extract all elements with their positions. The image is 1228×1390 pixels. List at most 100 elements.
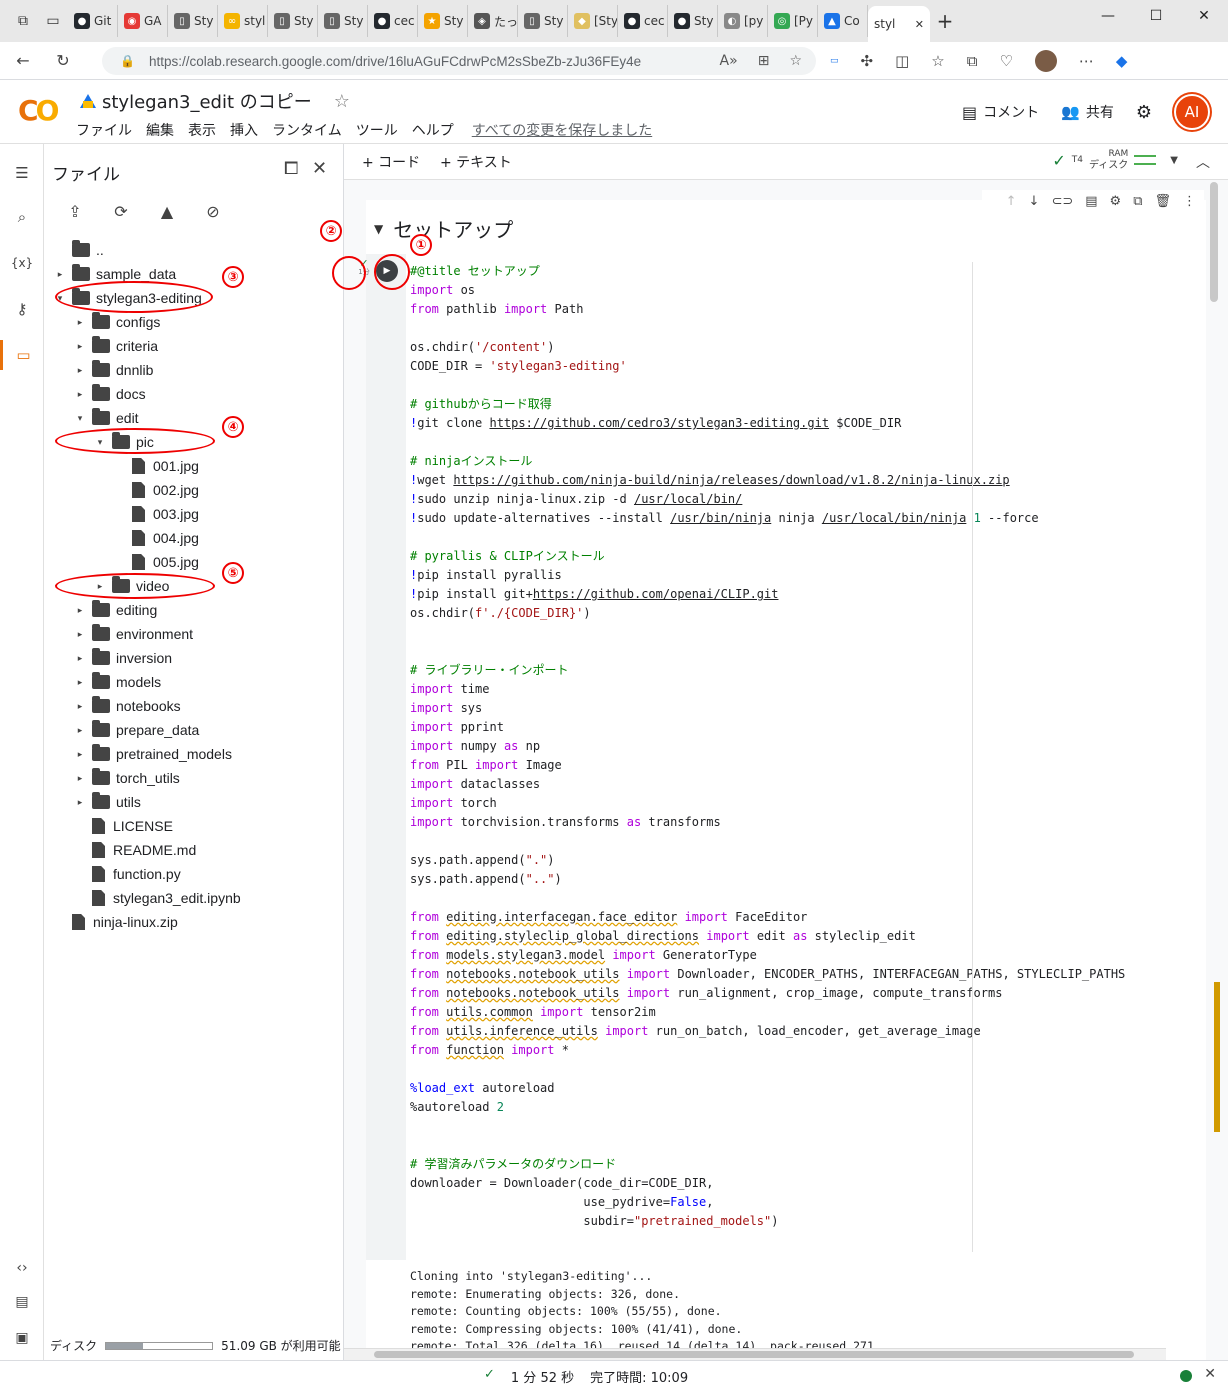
reload-icon[interactable]: ↻ — [46, 46, 80, 76]
close-window-icon[interactable]: ✕ — [1180, 0, 1228, 32]
settings-gear-icon[interactable]: ⚙ — [1136, 102, 1152, 123]
caret-right-icon[interactable]: ▸ — [74, 773, 86, 784]
menu-item[interactable]: ヘルプ — [412, 120, 454, 140]
file-item[interactable]: function.py — [74, 862, 181, 886]
save-status-link[interactable]: すべての変更を保存しました — [472, 120, 652, 140]
url-field[interactable]: 🔒 https://colab.research.google.com/driv… — [102, 47, 816, 75]
mount-drive-icon[interactable]: ▲ — [156, 200, 178, 222]
tab-actions-icon[interactable]: ▭ — [38, 6, 68, 36]
cell-more-icon[interactable]: ⋮ — [1183, 194, 1196, 209]
caret-right-icon[interactable]: ▸ — [74, 389, 86, 400]
menu-item[interactable]: 表示 — [188, 120, 216, 140]
profile-avatar[interactable] — [1034, 50, 1057, 72]
browser-tab[interactable]: ▯ Sty — [318, 5, 368, 37]
code-token[interactable]: https://github.com/ninja-build/ninja/rel… — [453, 473, 1009, 487]
browser-essentials-icon[interactable]: ♡ — [999, 52, 1012, 70]
folder-item[interactable]: ▸ inversion — [74, 646, 172, 670]
command-palette-icon[interactable]: ▤ — [0, 1294, 44, 1310]
upload-icon[interactable]: ⇪ — [64, 200, 86, 222]
menu-item[interactable]: ファイル — [76, 120, 132, 140]
folder-item[interactable]: ▸ environment — [74, 622, 193, 646]
code-token[interactable]: /usr/bin/ninja — [670, 511, 771, 525]
folder-item[interactable]: ▸ editing — [74, 598, 157, 622]
code-token[interactable]: /usr/local/bin/ — [634, 492, 742, 506]
caret-right-icon[interactable]: ▸ — [74, 797, 86, 808]
browser-tab[interactable]: ◐ [py — [718, 5, 768, 37]
execution-summary[interactable]: ✓ 1 分 52 秒 完了時間: 10:09 — [484, 1367, 688, 1386]
folder-item[interactable]: ▸ prepare_data — [74, 718, 199, 742]
link-icon[interactable]: ⊂⊃ — [1051, 194, 1073, 209]
comment-button[interactable]: ▤ コメント — [962, 102, 1039, 122]
file-item[interactable]: 001.jpg — [114, 454, 199, 478]
variables-icon[interactable]: {x} — [0, 248, 44, 278]
caret-right-icon[interactable]: ▸ — [74, 653, 86, 664]
add-code-button[interactable]: + コード — [362, 152, 420, 172]
browser-tab[interactable]: ◉ GA — [118, 5, 168, 37]
collapse-header-icon[interactable]: ︿ — [1196, 152, 1210, 172]
status-close-icon[interactable]: ✕ — [1204, 1366, 1216, 1382]
tab-active[interactable]: styl ✕ — [868, 6, 930, 42]
move-down-icon[interactable]: ↓ — [1029, 194, 1040, 209]
folder-item[interactable]: ▾ edit — [74, 406, 139, 430]
browser-tab[interactable]: ◈ たっ — [468, 5, 518, 37]
favorites-icon[interactable]: ☆ — [931, 52, 944, 70]
files-folder-icon[interactable]: ▭ — [0, 340, 44, 370]
caret-right-icon[interactable]: ▸ — [74, 701, 86, 712]
file-item[interactable]: 003.jpg — [114, 502, 199, 526]
colab-logo[interactable]: CO — [18, 94, 59, 127]
search-icon[interactable]: ⌕ — [0, 202, 44, 232]
menu-item[interactable]: 編集 — [146, 120, 174, 140]
browser-tab[interactable]: ▯ Sty — [268, 5, 318, 37]
secrets-key-icon[interactable]: ⚷ — [0, 294, 44, 324]
folder-item[interactable]: ▸ criteria — [74, 334, 158, 358]
section-collapse-icon[interactable]: ▼ — [374, 222, 383, 236]
move-up-icon[interactable]: ↑ — [1006, 194, 1017, 209]
section-title-row[interactable]: ▼ セットアップ — [374, 214, 513, 243]
back-icon[interactable]: ← — [6, 46, 40, 76]
notebook-vertical-scrollbar[interactable] — [1208, 182, 1220, 1282]
terminal-icon[interactable]: ▣ — [0, 1330, 44, 1346]
minimize-icon[interactable]: — — [1084, 0, 1132, 32]
folder-item[interactable]: ▸ torch_utils — [74, 766, 180, 790]
folder-item[interactable]: ▸ dnnlib — [74, 358, 153, 382]
folder-item[interactable]: .. — [54, 238, 104, 262]
folder-item[interactable]: ▸ pretrained_models — [74, 742, 232, 766]
code-snippets-icon[interactable]: ‹› — [0, 1260, 44, 1276]
file-item[interactable]: LICENSE — [74, 814, 173, 838]
share-button[interactable]: 👥 共有 — [1061, 102, 1114, 122]
runtime-dropdown-icon[interactable]: ▼ — [1170, 155, 1178, 166]
caret-right-icon[interactable]: ▸ — [74, 725, 86, 736]
caret-right-icon[interactable]: ▸ — [74, 629, 86, 640]
browser-tab[interactable]: ▯ Sty — [518, 5, 568, 37]
open-in-tab-icon[interactable]: ⧠ — [284, 158, 298, 179]
file-item[interactable]: README.md — [74, 838, 196, 862]
code-token[interactable]: https://github.com/cedro3/stylegan3-edit… — [489, 416, 829, 430]
caret-right-icon[interactable]: ▸ — [54, 269, 66, 280]
file-item[interactable]: 002.jpg — [114, 478, 199, 502]
split-screen-icon[interactable]: ◫ — [895, 52, 909, 70]
browser-tab[interactable]: ▯ Sty — [168, 5, 218, 37]
browser-tab[interactable]: ● Git — [68, 5, 118, 37]
browser-tab[interactable]: ▲ Co — [818, 5, 868, 37]
refresh-folder-icon[interactable]: ⟳ — [110, 200, 132, 222]
browser-tab[interactable]: ● Sty — [668, 5, 718, 37]
star-icon[interactable]: ☆ — [334, 91, 350, 112]
code-editor[interactable]: #@title セットアップ import os from pathlib impo… — [410, 262, 1125, 1252]
browser-tab[interactable]: ◆ [Sty — [568, 5, 618, 37]
code-token[interactable]: /usr/local/bin/ninja — [822, 511, 967, 525]
caret-right-icon[interactable]: ▸ — [74, 605, 86, 616]
delete-cell-icon[interactable]: 🗑 — [1154, 194, 1171, 209]
menu-item[interactable]: ツール — [356, 120, 398, 140]
folder-item[interactable]: ▸ docs — [74, 382, 146, 406]
user-avatar[interactable]: AI — [1174, 94, 1210, 130]
folder-item[interactable]: ▸ configs — [74, 310, 160, 334]
close-panel-icon[interactable]: ✕ — [312, 158, 327, 179]
read-aloud-icon[interactable]: A» — [720, 53, 738, 69]
close-tab-icon[interactable]: ✕ — [915, 18, 924, 31]
caret-right-icon[interactable]: ▸ — [74, 341, 86, 352]
add-text-button[interactable]: + テキスト — [440, 152, 512, 172]
folder-item[interactable]: ▸ models — [74, 670, 161, 694]
table-of-contents-icon[interactable]: ☰ — [0, 158, 44, 188]
browser-tab[interactable]: ● cec — [368, 5, 418, 37]
maximize-icon[interactable]: ☐ — [1132, 0, 1180, 32]
